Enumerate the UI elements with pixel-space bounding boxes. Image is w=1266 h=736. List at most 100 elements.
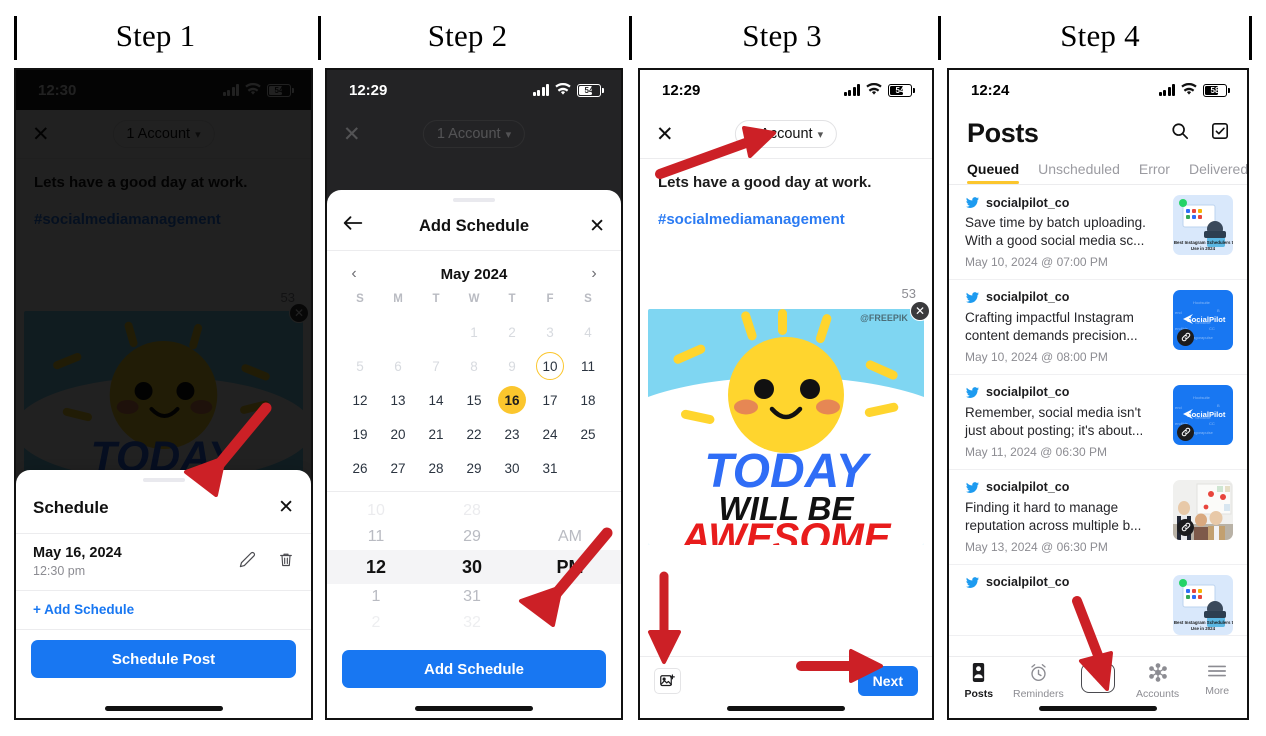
step-header-3: Step 3 <box>624 0 940 68</box>
calendar-day-12[interactable]: 12 <box>341 383 379 417</box>
screenshot-root: Step 1 Step 2 Step 3 Step 4 12:30 <box>0 0 1266 736</box>
post-list-item[interactable]: socialpilot_co Crafting impactful Instagr… <box>949 280 1247 375</box>
calendar-day-15[interactable]: 15 <box>455 383 493 417</box>
time-picker[interactable]: 10 28 11 29 AM 12 30 PM 1 31 2 32 <box>327 492 621 636</box>
calendar-day-10[interactable]: 10 <box>531 349 569 383</box>
calendar-day-20[interactable]: 20 <box>379 417 417 451</box>
calendar-day-label: 19 <box>352 426 368 442</box>
post-author: socialpilot_co <box>965 289 1163 305</box>
close-icon[interactable]: ✕ <box>278 496 294 519</box>
tabbar-item-accounts[interactable]: Accounts <box>1130 663 1186 700</box>
step-label: Step 2 <box>427 18 508 53</box>
calendar-day-label: 1 <box>470 324 478 340</box>
add-schedule-link[interactable]: + Add Schedule <box>16 591 311 629</box>
calendar-day-label: 9 <box>508 358 516 374</box>
calendar-dow: W <box>468 293 480 305</box>
calendar-day-21[interactable]: 21 <box>417 417 455 451</box>
time-row-far: 10 28 <box>367 502 481 519</box>
checkbox-select-icon[interactable] <box>1211 122 1229 145</box>
back-arrow-icon[interactable] <box>343 215 363 237</box>
calendar-day-27[interactable]: 27 <box>379 451 417 485</box>
calendar-day-23[interactable]: 23 <box>493 417 531 451</box>
calendar-day-31[interactable]: 31 <box>531 451 569 485</box>
calendar-day-22[interactable]: 22 <box>455 417 493 451</box>
wifi-icon <box>555 82 571 96</box>
post-thumbnail: Hootsuite end Bendible CC agorapulse Sendible… <box>1173 384 1233 445</box>
calendar-dow: T <box>432 293 440 305</box>
calendar-day-14[interactable]: 14 <box>417 383 455 417</box>
search-icon[interactable] <box>1171 122 1189 145</box>
post-thumbnail: 3 Best Instagram Schedulers to Use in 202… <box>1173 195 1233 255</box>
home-indicator <box>415 706 533 711</box>
hour-prev: 11 <box>367 528 385 545</box>
calendar-days-grid[interactable]: 1 2 3 4 5 6 7 8 9 10 11 12 13 14 15 16 17 18 19 20 21 22 23 24 2… <box>341 315 607 485</box>
period-selected: PM <box>556 556 584 577</box>
post-text: Save time by batch uploading. With a goo… <box>965 215 1146 248</box>
tabbar-item-reminders[interactable]: Reminders <box>1010 663 1066 700</box>
battery-icon: 58 <box>1203 83 1230 97</box>
step-labels-row: Step 1 Step 2 Step 3 Step 4 <box>0 0 1266 68</box>
time-row-selected[interactable]: 12 30 PM <box>327 550 621 584</box>
minute-prev: 29 <box>463 528 481 545</box>
time-row-above[interactable]: 11 29 AM <box>327 524 621 550</box>
post-list-item[interactable]: socialpilot_co 3 Best Instagram Scheduler… <box>949 565 1247 636</box>
posts-tabs[interactable]: Queued Unscheduled Error Delivered <box>949 155 1247 184</box>
post-list-item[interactable]: socialpilot_co Remember, social media isn… <box>949 375 1247 470</box>
sheet-title: Schedule <box>33 497 109 517</box>
account-selector[interactable]: 1 Account ▾ <box>734 120 838 148</box>
composer-text[interactable]: Lets have a good day at work. <box>658 173 914 193</box>
tab-delivered[interactable]: Delivered <box>1189 161 1247 184</box>
calendar-day-30[interactable]: 30 <box>493 451 531 485</box>
calendar-dow: T <box>508 293 516 305</box>
calendar-day-28[interactable]: 28 <box>417 451 455 485</box>
schedule-time: 12:30 pm <box>33 564 86 578</box>
tabbar-label: More <box>1205 685 1230 697</box>
post-list-item[interactable]: socialpilot_co Save time by batch uploadi… <box>949 185 1247 280</box>
svg-text:B: B <box>1217 308 1220 313</box>
close-icon[interactable]: ✕ <box>656 124 674 145</box>
time-row-below[interactable]: 1 31 <box>327 584 621 610</box>
tab-error[interactable]: Error <box>1139 161 1170 184</box>
schedule-post-button[interactable]: Schedule Post <box>31 640 296 678</box>
calendar-day-17[interactable]: 17 <box>531 383 569 417</box>
tabbar-item-posts[interactable]: Posts <box>951 663 1007 700</box>
edit-pencil-icon[interactable] <box>239 551 256 573</box>
next-button[interactable]: Next <box>857 665 918 696</box>
tab-queued[interactable]: Queued <box>967 161 1020 184</box>
calendar-day-13[interactable]: 13 <box>379 383 417 417</box>
calendar-day-label: 11 <box>580 358 595 374</box>
svg-text:agorapulse: agorapulse <box>1193 430 1214 435</box>
calendar-day-18[interactable]: 18 <box>569 383 607 417</box>
calendar-day-25[interactable]: 25 <box>569 417 607 451</box>
plus-icon[interactable]: + <box>1080 663 1115 693</box>
post-handle: socialpilot_co <box>986 195 1070 210</box>
calendar-day-3: 3 <box>531 315 569 349</box>
tab-unscheduled[interactable]: Unscheduled <box>1038 161 1120 184</box>
calendar-day-label: 31 <box>542 460 558 476</box>
calendar-day-16[interactable]: 16 <box>493 383 531 417</box>
calendar-day-24[interactable]: 24 <box>531 417 569 451</box>
tabbar-item-more[interactable]: More <box>1189 663 1245 697</box>
post-content: socialpilot_co Finding it hard to manage … <box>965 479 1163 554</box>
calendar-day-26[interactable]: 26 <box>341 451 379 485</box>
delete-trash-icon[interactable] <box>278 551 294 573</box>
svg-text:Hootsuite: Hootsuite <box>1193 395 1211 400</box>
add-schedule-button[interactable]: Add Schedule <box>342 650 606 688</box>
calendar-day-19[interactable]: 19 <box>341 417 379 451</box>
calendar-day-label: 4 <box>584 324 592 340</box>
calendar-day-11[interactable]: 11 <box>569 349 607 383</box>
close-icon[interactable]: ✕ <box>589 215 605 238</box>
composer-hashtag[interactable]: #socialmediamanagement <box>658 211 914 228</box>
phone-screen-step-1: 12:30 54 ✕ 1 Account <box>14 68 313 720</box>
add-image-icon[interactable] <box>654 667 681 694</box>
post-content: socialpilot_co Remember, social media isn… <box>965 384 1163 459</box>
next-month-button[interactable]: › <box>585 265 603 283</box>
prev-month-button[interactable]: ‹ <box>345 265 363 283</box>
post-list-item[interactable]: socialpilot_co Finding it hard to manage … <box>949 470 1247 565</box>
schedule-bottom-sheet: Schedule ✕ May 16, 2024 12:30 pm + Add S… <box>16 470 311 718</box>
remove-media-icon[interactable]: ✕ <box>910 301 930 322</box>
post-scheduled-date: May 10, 2024 @ 07:00 PM <box>965 254 1108 269</box>
calendar-day-29[interactable]: 29 <box>455 451 493 485</box>
posts-list[interactable]: socialpilot_co Save time by batch uploadi… <box>949 185 1247 636</box>
tabbar-item-create[interactable]: + <box>1070 663 1126 693</box>
